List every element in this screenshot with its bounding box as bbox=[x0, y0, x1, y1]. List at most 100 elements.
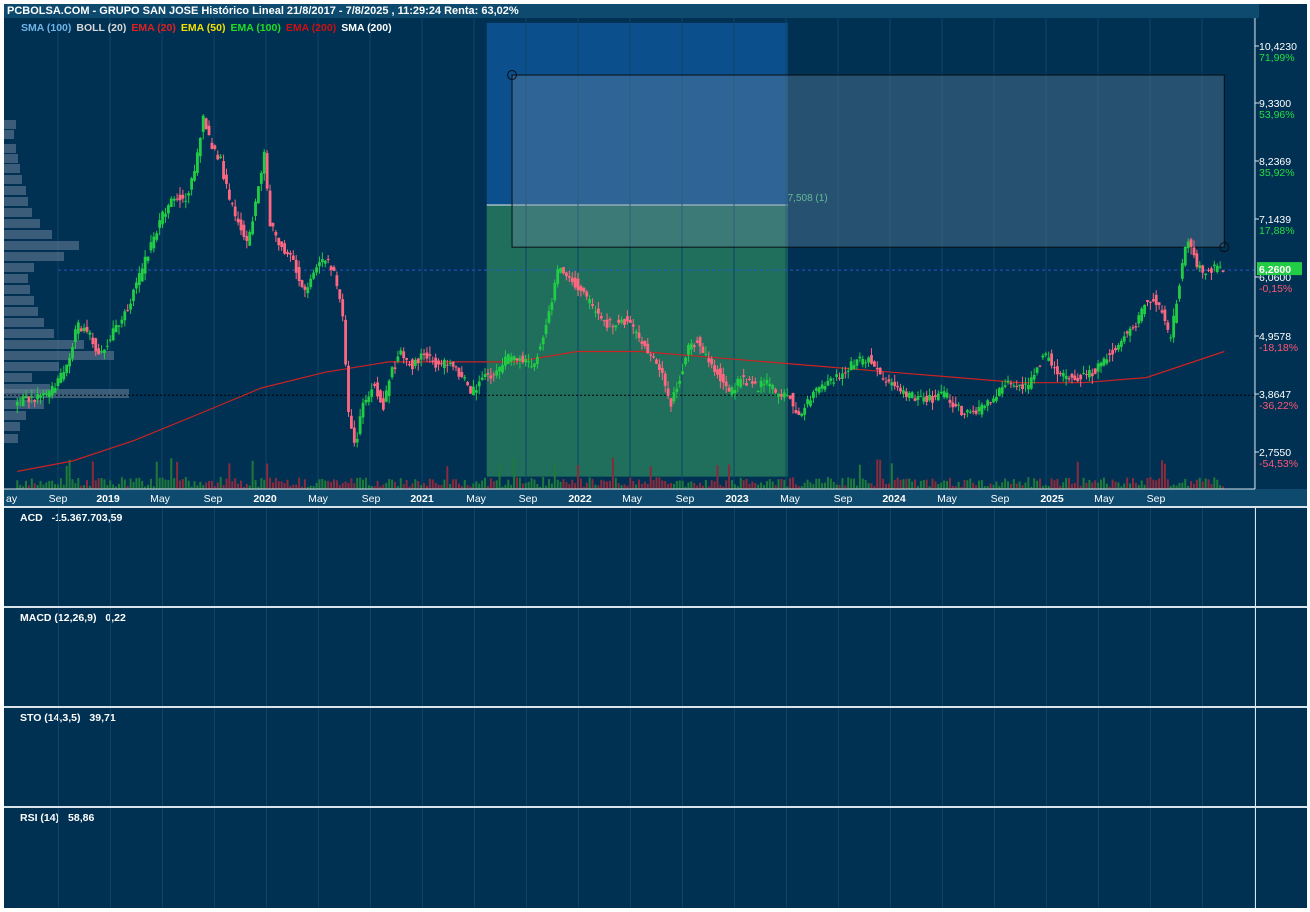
candle-body bbox=[968, 411, 972, 413]
grid-line bbox=[994, 808, 995, 908]
macd-pane[interactable]: MACD (12,26,9) 0,22 bbox=[4, 606, 1307, 706]
candle-body bbox=[1058, 373, 1062, 375]
grid-line bbox=[942, 508, 943, 606]
grid-line bbox=[526, 608, 527, 706]
candle-body bbox=[835, 374, 839, 377]
grid-line bbox=[578, 608, 579, 706]
candle-body bbox=[858, 356, 862, 359]
volume-bar bbox=[719, 484, 722, 489]
volume-bar bbox=[507, 479, 510, 489]
volume-bar bbox=[1027, 477, 1030, 489]
candle-body bbox=[73, 329, 77, 343]
candle-body bbox=[1114, 347, 1117, 351]
candle-body bbox=[411, 359, 414, 370]
candle-body bbox=[596, 308, 600, 314]
volume-bar bbox=[350, 478, 353, 489]
volume-bar bbox=[489, 478, 492, 489]
volume-bar bbox=[347, 482, 350, 489]
candle-body bbox=[105, 345, 109, 347]
candle-body bbox=[942, 391, 946, 398]
grid-line bbox=[370, 808, 371, 908]
volume-bar bbox=[893, 479, 896, 489]
candle-body bbox=[1050, 353, 1054, 366]
price-chart[interactable]: 7,508 (1) ay Sep 2019 May Sep 2020 May Sep 2021 M… bbox=[4, 4, 1307, 507]
candle-body bbox=[201, 115, 205, 132]
candle-body bbox=[370, 389, 374, 397]
sto-pane[interactable]: STO (14,3,5) 39,71 bbox=[4, 706, 1307, 806]
grid-line bbox=[474, 608, 475, 706]
candle-body bbox=[469, 386, 472, 394]
volume-bar bbox=[739, 477, 742, 489]
volume-bar bbox=[815, 478, 818, 489]
volume-bar bbox=[1134, 482, 1137, 489]
candle-body bbox=[1093, 368, 1097, 374]
volume-bar bbox=[774, 485, 777, 489]
candle-body bbox=[367, 396, 371, 402]
candle-body bbox=[434, 357, 438, 368]
candle-body bbox=[1151, 299, 1155, 302]
volume-bar bbox=[402, 484, 405, 489]
volume-bar bbox=[748, 483, 751, 489]
grid-line bbox=[786, 508, 787, 606]
pane-axis-divider bbox=[1255, 508, 1256, 606]
x-tick-label: ay bbox=[6, 493, 18, 505]
candle-body bbox=[660, 367, 664, 373]
volume-bar bbox=[1012, 479, 1015, 489]
volume-bar bbox=[222, 485, 225, 489]
x-tick-label: Sep bbox=[204, 493, 223, 505]
y-pct-label: 71,99% bbox=[1259, 52, 1295, 64]
volume-bar bbox=[237, 483, 240, 489]
rsi-value: 58,86 bbox=[68, 812, 95, 824]
volume-bar bbox=[646, 483, 649, 489]
volume-bar bbox=[173, 478, 176, 489]
candle-body bbox=[62, 372, 66, 380]
volume-bar bbox=[158, 477, 161, 489]
volume-bar bbox=[1149, 477, 1152, 489]
volume-bar bbox=[1190, 481, 1193, 489]
volume-bar bbox=[362, 479, 365, 489]
candle-body bbox=[30, 396, 34, 398]
volume-bar bbox=[141, 480, 144, 489]
grid-line bbox=[1150, 808, 1151, 908]
candle-body bbox=[440, 363, 443, 365]
candle-body bbox=[928, 395, 931, 401]
volume-bar bbox=[1088, 479, 1091, 489]
volume-bar bbox=[187, 480, 190, 489]
candle-body bbox=[445, 364, 449, 366]
grid-line bbox=[994, 608, 995, 706]
chart-window: 7,508 (1) ay Sep 2019 May Sep 2020 May Sep 2021 M… bbox=[4, 4, 1307, 908]
candle-body bbox=[33, 400, 37, 403]
volume-bar bbox=[864, 479, 867, 489]
volume-bar bbox=[1178, 482, 1181, 489]
candle-body bbox=[492, 374, 496, 376]
volume-profile-bar bbox=[4, 186, 26, 195]
volume-bar bbox=[364, 477, 367, 489]
volume-bar bbox=[574, 483, 577, 489]
volume-bar bbox=[1131, 478, 1134, 489]
volume-bar bbox=[1195, 479, 1198, 489]
candle-body bbox=[919, 395, 923, 397]
volume-bar bbox=[925, 479, 928, 489]
grid-line bbox=[526, 708, 527, 806]
volume-bar bbox=[147, 484, 150, 489]
candle-body bbox=[137, 273, 141, 286]
candle-body bbox=[669, 398, 673, 407]
rsi-pane[interactable]: RSI (14) 58,86 bbox=[4, 806, 1307, 908]
volume-bar bbox=[332, 479, 335, 489]
volume-bar bbox=[428, 478, 431, 489]
volume-bar bbox=[957, 481, 960, 489]
candle-body bbox=[788, 395, 792, 399]
candle-body bbox=[1134, 326, 1138, 328]
candle-body bbox=[611, 326, 615, 328]
candle-body bbox=[21, 396, 25, 407]
volume-bar bbox=[667, 483, 670, 489]
candle-body bbox=[65, 364, 69, 373]
volume-bar bbox=[853, 478, 856, 489]
candle-body bbox=[1149, 301, 1152, 303]
grid-line bbox=[1202, 808, 1203, 908]
acd-label: ACD -15.367.703,59 bbox=[20, 512, 128, 524]
candle-body bbox=[663, 373, 667, 386]
acd-pane[interactable]: ACD -15.367.703,59 bbox=[4, 506, 1307, 606]
grid-line bbox=[838, 708, 839, 806]
candle-body bbox=[274, 231, 278, 236]
